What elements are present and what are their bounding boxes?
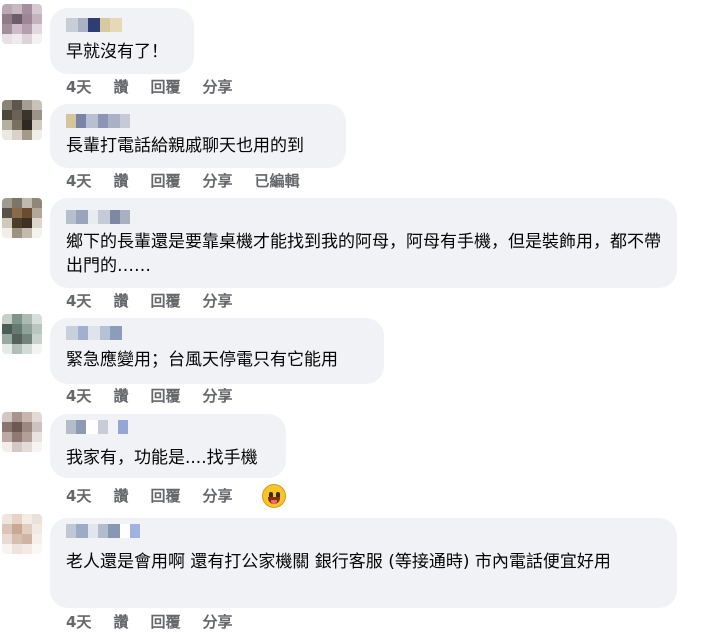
author-name-blurred[interactable] [66, 114, 130, 128]
avatar[interactable] [2, 412, 42, 452]
reply-button[interactable]: 回覆 [150, 291, 180, 311]
reply-button[interactable]: 回覆 [150, 612, 180, 632]
comment-text: 早就沒有了！ [66, 42, 168, 62]
comment-bubble: 早就沒有了！ [50, 8, 194, 74]
grinning-face-icon[interactable] [262, 484, 286, 508]
avatar[interactable] [2, 514, 42, 554]
reply-button[interactable]: 回覆 [150, 486, 180, 506]
comment-actions: 4天 讚 回覆 分享 已編輯 [66, 171, 322, 191]
author-name-blurred[interactable] [66, 524, 140, 538]
comment-actions: 4天 讚 回覆 分享 [66, 386, 254, 406]
comment-text: 緊急應變用；台風天停電只有它能用 [66, 350, 338, 370]
avatar[interactable] [2, 4, 42, 44]
comment-actions: 4天 讚 回覆 分享 [66, 612, 254, 632]
comment-bubble: 老人還是會用啊 還有打公家機關 銀行客服 (等接通時) 市內電話便宜好用 [50, 518, 677, 608]
edited-label[interactable]: 已編輯 [254, 171, 299, 191]
reply-button[interactable]: 回覆 [150, 171, 180, 191]
comment-actions: 4天 讚 回覆 分享 [66, 291, 254, 311]
share-button[interactable]: 分享 [202, 386, 232, 406]
like-button[interactable]: 讚 [113, 171, 128, 191]
share-button[interactable]: 分享 [202, 612, 232, 632]
comment-text: 長輩打電話給親戚聊天也用的到 [66, 136, 304, 156]
avatar[interactable] [2, 100, 42, 140]
like-button[interactable]: 讚 [113, 386, 128, 406]
author-name-blurred[interactable] [66, 420, 128, 434]
reply-button[interactable]: 回覆 [150, 77, 180, 97]
comment-actions: 4天 讚 回覆 分享 [66, 486, 254, 506]
comment-bubble: 長輩打電話給親戚聊天也用的到 [50, 104, 346, 168]
comment-text: 老人還是會用啊 還有打公家機關 銀行客服 (等接通時) 市內電話便宜好用 [66, 552, 611, 572]
comment-bubble: 緊急應變用；台風天停電只有它能用 [50, 318, 384, 384]
share-button[interactable]: 分享 [202, 291, 232, 311]
like-button[interactable]: 讚 [113, 486, 128, 506]
like-button[interactable]: 讚 [113, 612, 128, 632]
author-name-blurred[interactable] [66, 326, 122, 340]
avatar[interactable] [2, 314, 42, 354]
comment-bubble: 我家有，功能是....找手機 [50, 414, 286, 478]
comment-timestamp[interactable]: 4天 [66, 612, 91, 632]
author-name-blurred[interactable] [66, 210, 130, 224]
comment-timestamp[interactable]: 4天 [66, 486, 91, 506]
comment-bubble: 鄉下的長輩還是要靠桌機才能找到我的阿母，阿母有手機，但是裝飾用，都不帶出門的…… [50, 198, 677, 288]
comment-text: 鄉下的長輩還是要靠桌機才能找到我的阿母，阿母有手機，但是裝飾用，都不帶出門的…… [66, 232, 661, 276]
share-button[interactable]: 分享 [202, 171, 232, 191]
share-button[interactable]: 分享 [202, 486, 232, 506]
comment-timestamp[interactable]: 4天 [66, 291, 91, 311]
comment-timestamp[interactable]: 4天 [66, 386, 91, 406]
reply-button[interactable]: 回覆 [150, 386, 180, 406]
comment-timestamp[interactable]: 4天 [66, 77, 91, 97]
avatar[interactable] [2, 198, 42, 238]
like-button[interactable]: 讚 [113, 291, 128, 311]
author-name-blurred[interactable] [66, 18, 122, 32]
share-button[interactable]: 分享 [202, 77, 232, 97]
comment-timestamp[interactable]: 4天 [66, 171, 91, 191]
comment-text: 我家有，功能是....找手機 [66, 448, 258, 468]
comment-actions: 4天 讚 回覆 分享 [66, 77, 254, 97]
like-button[interactable]: 讚 [113, 77, 128, 97]
